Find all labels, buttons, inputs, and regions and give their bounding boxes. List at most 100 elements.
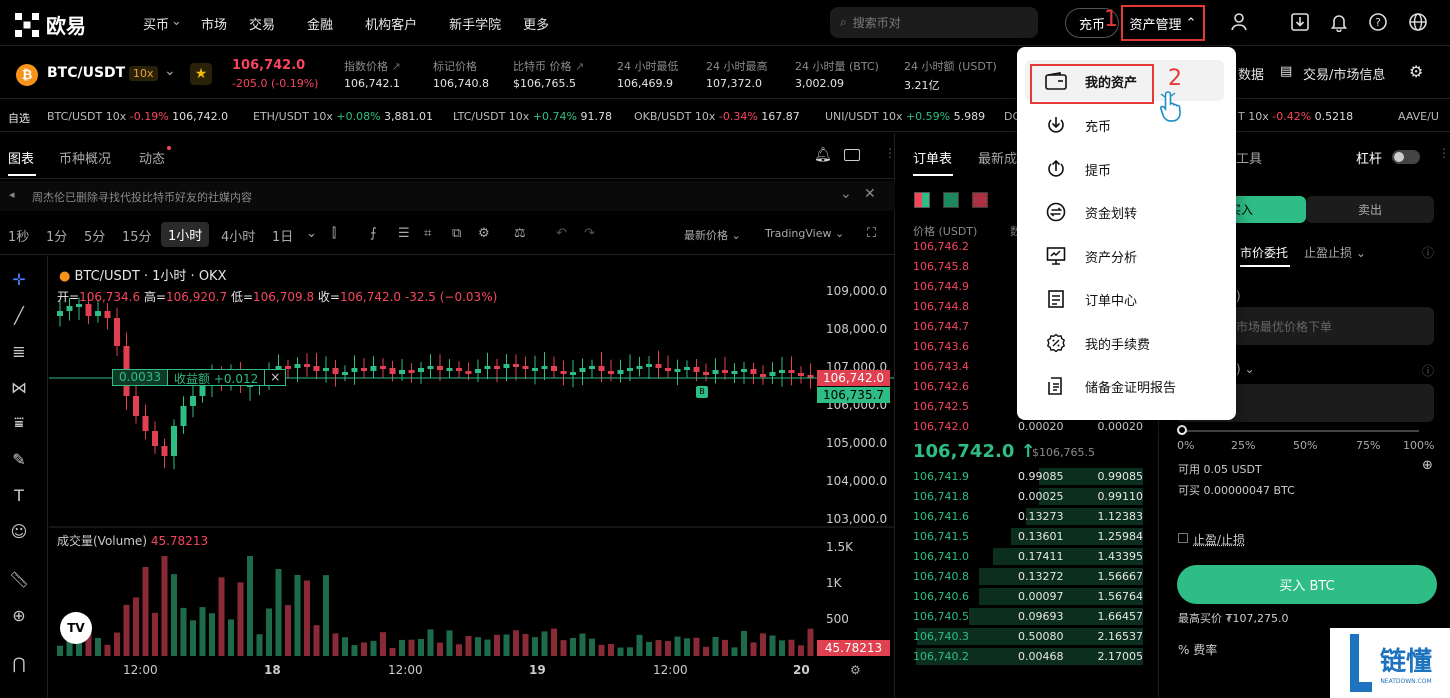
price-type-select[interactable]: 最新价格 ⌄ xyxy=(684,227,741,243)
buy-btc-button[interactable]: 买入 BTC xyxy=(1177,565,1437,604)
bid-row[interactable]: 106,740.5 0.09693 1.66457 xyxy=(913,608,1143,628)
user-icon[interactable] xyxy=(1228,11,1250,33)
drawing-icon[interactable]: ⌗ xyxy=(424,226,431,241)
menu-item-order-center[interactable]: 订单中心 xyxy=(1017,279,1236,319)
horizontal-lines-icon[interactable]: ≣ xyxy=(6,338,32,364)
close-icon[interactable]: ✕ xyxy=(864,186,876,202)
slider-handle[interactable] xyxy=(1177,425,1187,435)
percent-option[interactable]: 100% xyxy=(1403,439,1434,452)
zoom-in-icon[interactable]: ⊕ xyxy=(6,602,32,628)
ruler-icon[interactable]: 📏︎ xyxy=(6,566,32,592)
asset-management-menu[interactable]: 资产管理 ⌃ xyxy=(1121,5,1205,41)
percent-option[interactable]: 25% xyxy=(1231,439,1255,452)
tab-tools[interactable]: 工具 xyxy=(1236,148,1262,167)
layout-icon[interactable] xyxy=(844,149,860,161)
position-label[interactable]: 0.0033 收益额 +0.012 × xyxy=(112,369,287,386)
chart-settings-gear-icon[interactable]: ⚙ xyxy=(850,663,861,677)
magnet-icon[interactable]: ⋂ xyxy=(6,650,32,676)
chart-engine-select[interactable]: TradingView ⌄ xyxy=(765,227,844,240)
amount-slider[interactable] xyxy=(1181,430,1419,432)
marquee-item[interactable]: UNI/USDT 10x +0.59% 5.989 xyxy=(825,110,985,123)
book-view-both-icon[interactable] xyxy=(914,192,930,208)
news-banner[interactable]: ◂ 周杰伦已删除寻找代投比特币好友的社媒内容 ⌄ ✕ xyxy=(0,181,895,211)
undo-icon[interactable]: ↶ xyxy=(556,226,567,241)
favorites-label[interactable]: 自选 xyxy=(8,110,30,126)
nav-buy-crypto[interactable]: 买币 xyxy=(143,14,169,33)
expand-chevron-icon[interactable]: ⌄ xyxy=(840,186,852,202)
leverage-toggle[interactable] xyxy=(1392,150,1420,164)
tab-overview[interactable]: 币种概况 xyxy=(59,148,111,167)
nav-academy[interactable]: 新手学院 xyxy=(449,14,501,33)
nav-market[interactable]: 市场 xyxy=(201,14,227,33)
menu-item-asset-analysis[interactable]: 资产分析 xyxy=(1017,236,1236,276)
fib-icon[interactable]: ⩸ xyxy=(6,410,32,436)
bid-row[interactable]: 106,740.3 0.50080 2.16537 xyxy=(913,628,1143,648)
pair-selector-chevron-icon[interactable]: ⌄ xyxy=(164,63,176,79)
sell-tab[interactable]: 卖出 xyxy=(1306,196,1434,223)
gear-icon[interactable]: ⚙ xyxy=(478,226,490,241)
compare-scale-icon[interactable]: ⚖ xyxy=(514,226,526,241)
bid-row[interactable]: 106,740.2 0.00468 2.17005 xyxy=(913,648,1143,668)
drag-handle-icon[interactable]: ⋮ xyxy=(1438,146,1450,160)
marquee-item[interactable]: ETH/USDT 10x +0.08% 3,881.01 xyxy=(253,110,433,123)
tradingview-logo[interactable]: TV xyxy=(60,612,92,644)
percent-option[interactable]: 50% xyxy=(1293,439,1317,452)
marquee-item[interactable]: OKB/USDT 10x -0.34% 167.87 xyxy=(634,110,800,123)
trendline-icon[interactable]: ╱ xyxy=(6,302,32,328)
interval-1s[interactable]: 1秒 xyxy=(8,226,29,245)
bid-row[interactable]: 106,741.8 0.00025 0.99110 xyxy=(913,488,1143,508)
bid-row[interactable]: 106,740.8 0.13272 1.56667 xyxy=(913,568,1143,588)
pattern-icon[interactable]: ⋈ xyxy=(6,374,32,400)
book-view-asks-icon[interactable] xyxy=(972,192,988,208)
marquee-item[interactable]: LTC/USDT 10x +0.74% 91.78 xyxy=(453,110,612,123)
brush-icon[interactable]: ✎ xyxy=(6,446,32,472)
nav-institutional[interactable]: 机构客户 xyxy=(365,14,417,33)
bid-row[interactable]: 106,741.5 0.13601 1.25984 xyxy=(913,528,1143,548)
price-chart[interactable] xyxy=(49,256,894,698)
tab-feed[interactable]: 动态 xyxy=(139,148,165,167)
list-icon[interactable]: ☰ xyxy=(398,226,410,241)
help-icon[interactable]: ? xyxy=(1367,11,1389,33)
order-type-market[interactable]: 市价委托 xyxy=(1240,244,1288,261)
menu-item-withdraw[interactable]: 提币 xyxy=(1017,149,1236,189)
fullscreen-icon[interactable]: ⛶ xyxy=(867,226,876,241)
globe-icon[interactable] xyxy=(1407,11,1429,33)
bid-row[interactable]: 106,740.6 0.00097 1.56764 xyxy=(913,588,1143,608)
tab-order-book[interactable]: 订单表 xyxy=(913,148,952,167)
order-type-tpsl[interactable]: 止盈止损 ⌄ xyxy=(1304,244,1366,261)
ask-row[interactable]: 106,742.0 0.00020 0.00020 xyxy=(913,420,1143,438)
nav-more[interactable]: 更多 xyxy=(523,14,549,33)
fee-rate[interactable]: % 费率 xyxy=(1178,641,1217,658)
percent-option[interactable]: 75% xyxy=(1356,439,1380,452)
marquee-item[interactable]: BTC/USDT 10x -0.19% 106,742.0 xyxy=(47,110,228,123)
menu-item-proof-of-reserves[interactable]: 储备金证明报告 xyxy=(1017,366,1236,406)
bell-icon[interactable] xyxy=(1328,11,1350,33)
emoji-icon[interactable]: ☺ xyxy=(6,518,32,544)
drag-handle-icon[interactable]: ⋮ xyxy=(884,146,896,160)
alert-add-icon[interactable]: 🔔︎ xyxy=(814,147,832,163)
indicator-icon[interactable]: ⨍ xyxy=(370,226,377,241)
interval-1d[interactable]: 1日 xyxy=(272,226,293,245)
interval-1h[interactable]: 1小时 xyxy=(161,222,210,247)
percent-option[interactable]: 0% xyxy=(1177,439,1194,452)
settings-gear-icon[interactable]: ⚙ xyxy=(1409,62,1423,81)
text-tool-icon[interactable]: T xyxy=(6,482,32,508)
book-view-bids-icon[interactable] xyxy=(943,192,959,208)
menu-item-transfer[interactable]: 资金划转 xyxy=(1017,192,1236,232)
info-icon[interactable]: ⓘ xyxy=(1422,244,1434,261)
brand-logo[interactable]: 欧易 xyxy=(14,10,86,39)
download-icon[interactable] xyxy=(1289,11,1311,33)
template-icon[interactable]: ⧉ xyxy=(452,226,461,241)
interval-5m[interactable]: 5分 xyxy=(84,226,105,245)
redo-icon[interactable]: ↷ xyxy=(584,226,595,241)
add-funds-icon[interactable]: ⊕ xyxy=(1422,458,1433,473)
tpsl-checkbox[interactable] xyxy=(1178,533,1188,543)
bid-row[interactable]: 106,741.0 0.17411 1.43395 xyxy=(913,548,1143,568)
tab-latest-trades[interactable]: 最新成 xyxy=(978,148,1017,167)
search-input[interactable]: ⌕ 搜索币对 xyxy=(830,7,1038,38)
interval-15m[interactable]: 15分 xyxy=(122,226,152,245)
pair-name[interactable]: BTC/USDT xyxy=(47,65,125,81)
bid-row[interactable]: 106,741.6 0.13273 1.12383 xyxy=(913,508,1143,528)
tpsl-checkbox-label[interactable]: 止盈/止损 xyxy=(1193,531,1245,548)
close-position-icon[interactable]: × xyxy=(264,370,286,385)
